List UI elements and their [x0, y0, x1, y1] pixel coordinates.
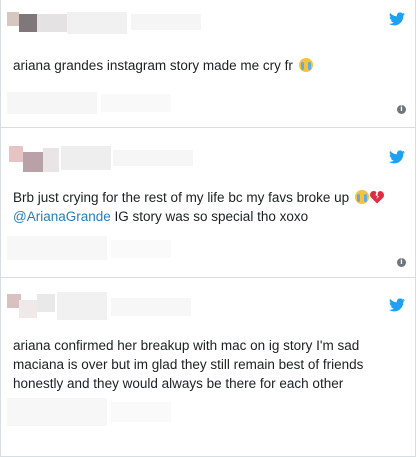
- crying-face-icon: [354, 190, 369, 204]
- username-blurred: [57, 292, 107, 320]
- avatar-blurred: [23, 152, 43, 172]
- tweet-card[interactable]: ariana confirmed her breakup with mac on…: [0, 277, 416, 457]
- tweet-text: Brb just crying for the rest of my life …: [13, 188, 401, 226]
- broken-heart-icon: [369, 191, 384, 204]
- tweet-card[interactable]: ariana grandes instagram story made me c…: [0, 0, 416, 129]
- twitter-icon[interactable]: [389, 150, 405, 164]
- tweet-line: honestly and they would always be there …: [13, 376, 344, 391]
- tweet-line: @ArianaGrande IG story was so special th…: [13, 207, 401, 226]
- avatar-blurred: [19, 300, 37, 318]
- crying-face-icon: [298, 58, 313, 72]
- avatar-blurred: [19, 14, 37, 32]
- mention-link[interactable]: @ArianaGrande: [13, 209, 111, 224]
- username-blurred: [67, 12, 127, 34]
- meta-blurred: [111, 402, 171, 422]
- tweet-body: IG story was so special tho xoxo: [110, 209, 309, 224]
- handle-blurred: [131, 14, 201, 30]
- avatar-blurred: [43, 148, 59, 172]
- handle-blurred: [111, 298, 191, 316]
- meta-blurred: [111, 240, 171, 258]
- tweet-feed: ariana grandes instagram story made me c…: [0, 0, 418, 457]
- username-blurred: [37, 14, 67, 32]
- twitter-icon[interactable]: [389, 12, 405, 26]
- username-blurred: [61, 146, 111, 170]
- avatar-blurred: [7, 12, 19, 26]
- handle-blurred: [113, 150, 193, 166]
- tweet-line: ariana confirmed her breakup with mac on…: [13, 338, 360, 353]
- meta-blurred: [7, 398, 107, 426]
- tweet-line: Brb just crying for the rest of my life …: [13, 188, 401, 207]
- meta-blurred: [101, 94, 171, 112]
- info-icon[interactable]: i: [397, 258, 406, 267]
- meta-blurred: [7, 92, 97, 114]
- tweet-text: ariana grandes instagram story made me c…: [13, 56, 401, 75]
- tweet-card[interactable]: Brb just crying for the rest of my life …: [0, 127, 416, 279]
- info-icon[interactable]: i: [397, 105, 406, 114]
- avatar-blurred: [37, 294, 55, 312]
- tweet-text: ariana confirmed her breakup with mac on…: [13, 336, 401, 393]
- twitter-icon[interactable]: [389, 298, 405, 312]
- tweet-body: ariana grandes instagram story made me c…: [13, 58, 293, 73]
- tweet-body: Brb just crying for the rest of my life …: [13, 190, 350, 205]
- avatar-blurred: [9, 146, 23, 162]
- meta-blurred: [7, 236, 107, 260]
- tweet-line: maciana is over but im glad they still r…: [13, 357, 364, 372]
